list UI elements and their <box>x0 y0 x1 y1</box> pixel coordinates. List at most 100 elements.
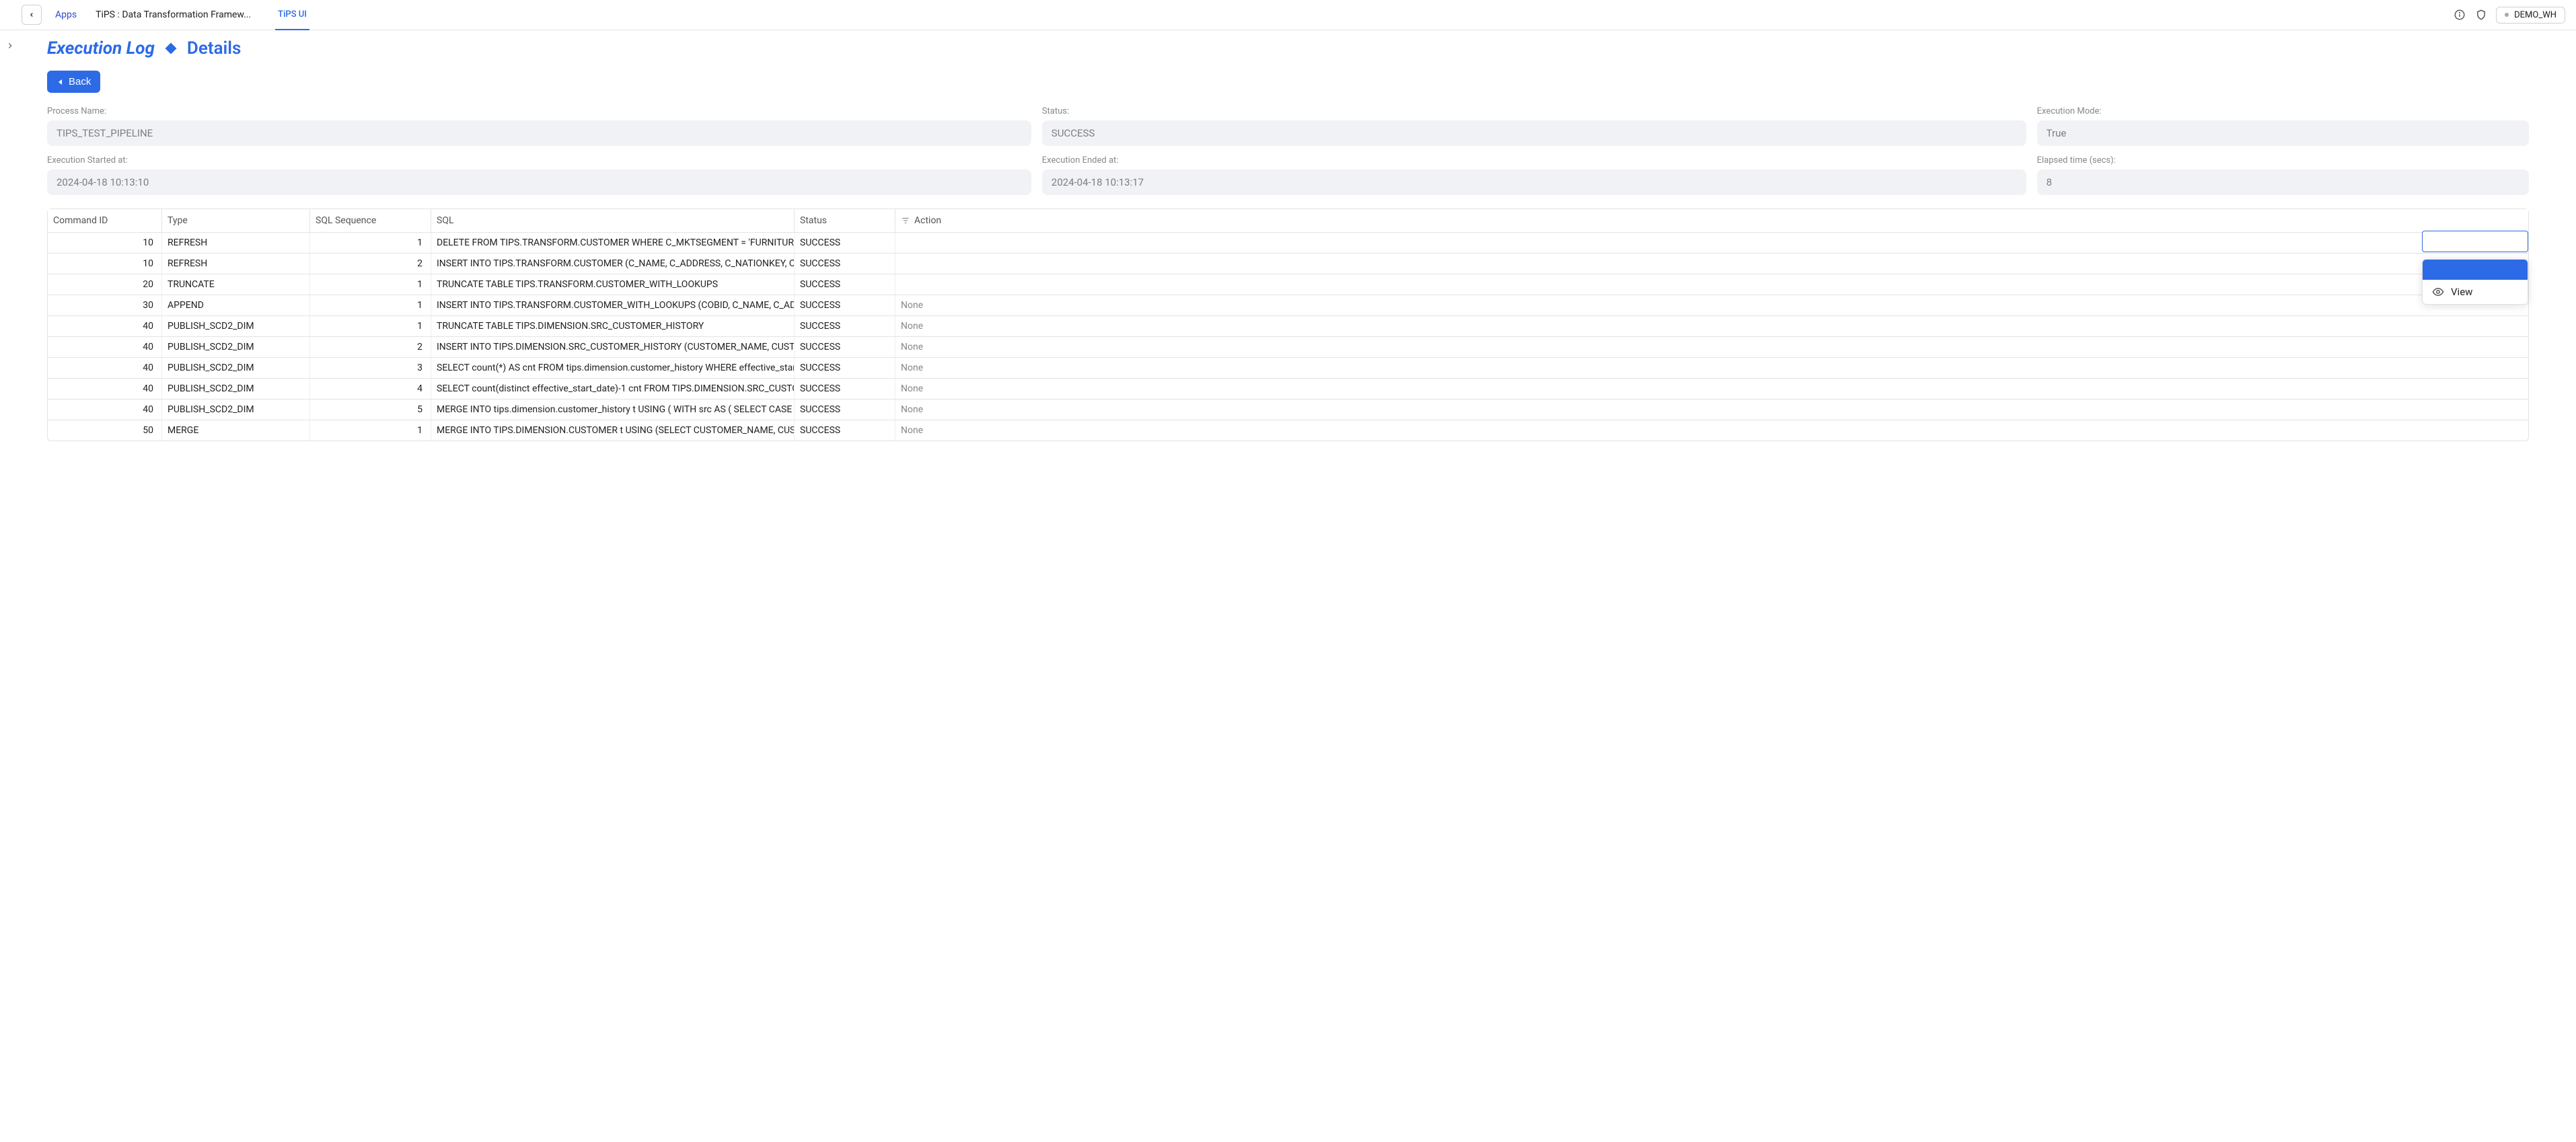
td-type: REFRESH <box>162 254 310 274</box>
action-menu: View <box>2422 259 2528 305</box>
table-row[interactable]: 40PUBLISH_SCD2_DIM3SELECT count(*) AS cn… <box>48 358 2528 379</box>
table-row[interactable]: 40PUBLISH_SCD2_DIM1TRUNCATE TABLE TIPS.D… <box>48 316 2528 337</box>
warehouse-selector[interactable]: DEMO_WH <box>2496 7 2565 24</box>
td-command-id: 10 <box>48 233 162 253</box>
td-sql: INSERT INTO TIPS.TRANSFORM.CUSTOMER_WITH… <box>431 295 795 315</box>
td-sql: MERGE INTO tips.dimension.customer_histo… <box>431 399 795 420</box>
td-action[interactable]: None <box>895 295 1003 315</box>
th-command-id[interactable]: Command ID <box>48 209 162 232</box>
nav-back-button[interactable] <box>22 5 42 25</box>
page-title: Execution Log Details <box>47 38 2529 59</box>
warehouse-name: DEMO_WH <box>2514 10 2556 20</box>
td-sql: SELECT count(*) AS cnt FROM tips.dimensi… <box>431 358 795 378</box>
td-sql-seq: 3 <box>310 358 431 378</box>
action-menu-view-label: View <box>2451 286 2472 298</box>
td-command-id: 10 <box>48 254 162 274</box>
td-type: MERGE <box>162 420 310 441</box>
td-status: SUCCESS <box>795 274 895 295</box>
td-sql: INSERT INTO TIPS.TRANSFORM.CUSTOMER (C_N… <box>431 254 795 274</box>
td-command-id: 30 <box>48 295 162 315</box>
table-row[interactable]: 40PUBLISH_SCD2_DIM4SELECT count(distinct… <box>48 379 2528 399</box>
table-row[interactable]: 40PUBLISH_SCD2_DIM5MERGE INTO tips.dimen… <box>48 399 2528 420</box>
info-label: Status: <box>1042 106 2026 116</box>
action-search-input[interactable] <box>2422 231 2528 252</box>
info-icon[interactable] <box>2453 8 2466 22</box>
td-sql-seq: 5 <box>310 399 431 420</box>
breadcrumb-app-name[interactable]: TiPS : Data Transformation Framew... <box>96 9 251 20</box>
th-sql-sequence[interactable]: SQL Sequence <box>310 209 431 232</box>
info-value: TIPS_TEST_PIPELINE <box>47 120 1031 146</box>
th-sql[interactable]: SQL <box>431 209 795 232</box>
info-value: 2024-04-18 10:13:10 <box>47 169 1031 195</box>
td-type: PUBLISH_SCD2_DIM <box>162 358 310 378</box>
td-sql-seq: 4 <box>310 379 431 399</box>
td-action[interactable]: None <box>895 399 1003 420</box>
td-action[interactable]: None <box>895 379 1003 399</box>
th-status[interactable]: Status <box>795 209 895 232</box>
table-header: Command ID Type SQL Sequence SQL Status … <box>48 209 2528 233</box>
info-ended-at: Execution Ended at: 2024-04-18 10:13:17 <box>1042 155 2026 195</box>
td-action[interactable]: None <box>895 358 1003 378</box>
main-content: Execution Log Details Back Process Name:… <box>0 30 2576 468</box>
td-type: TRUNCATE <box>162 274 310 295</box>
th-type[interactable]: Type <box>162 209 310 232</box>
tab-tips-ui[interactable]: TiPS UI <box>275 0 309 30</box>
td-action[interactable]: None <box>895 420 1003 441</box>
td-action[interactable] <box>895 259 1003 268</box>
td-command-id: 50 <box>48 420 162 441</box>
table-row[interactable]: 50MERGE1MERGE INTO TIPS.DIMENSION.CUSTOM… <box>48 420 2528 441</box>
td-status: SUCCESS <box>795 358 895 378</box>
info-elapsed: Elapsed time (secs): 8 <box>2037 155 2529 195</box>
td-sql: TRUNCATE TABLE TIPS.TRANSFORM.CUSTOMER_W… <box>431 274 795 295</box>
info-label: Execution Mode: <box>2037 106 2529 116</box>
info-value: 2024-04-18 10:13:17 <box>1042 169 2026 195</box>
td-command-id: 40 <box>48 379 162 399</box>
td-sql-seq: 1 <box>310 420 431 441</box>
td-sql-seq: 1 <box>310 233 431 253</box>
info-label: Execution Started at: <box>47 155 1031 165</box>
td-sql-seq: 1 <box>310 274 431 295</box>
info-label: Execution Ended at: <box>1042 155 2026 165</box>
td-action[interactable] <box>895 280 1003 289</box>
action-dropdown: View <box>2422 231 2528 305</box>
shield-icon[interactable] <box>2474 8 2488 22</box>
back-button[interactable]: Back <box>47 71 100 93</box>
td-status: SUCCESS <box>795 399 895 420</box>
table-row[interactable]: 10REFRESH1DELETE FROM TIPS.TRANSFORM.CUS… <box>48 233 2528 254</box>
info-value: SUCCESS <box>1042 120 2026 146</box>
table-row[interactable]: 10REFRESH2INSERT INTO TIPS.TRANSFORM.CUS… <box>48 254 2528 274</box>
td-sql: SELECT count(distinct effective_start_da… <box>431 379 795 399</box>
execution-log-table: Command ID Type SQL Sequence SQL Status … <box>47 208 2529 441</box>
breadcrumb-apps[interactable]: Apps <box>55 9 77 20</box>
td-status: SUCCESS <box>795 295 895 315</box>
td-type: PUBLISH_SCD2_DIM <box>162 379 310 399</box>
table-row[interactable]: 40PUBLISH_SCD2_DIM2INSERT INTO TIPS.DIME… <box>48 337 2528 358</box>
td-sql-seq: 2 <box>310 337 431 357</box>
td-status: SUCCESS <box>795 379 895 399</box>
td-type: APPEND <box>162 295 310 315</box>
td-status: SUCCESS <box>795 337 895 357</box>
topbar-left: Apps TiPS : Data Transformation Framew..… <box>22 0 309 30</box>
th-action[interactable]: Action <box>895 209 1003 232</box>
expand-sidebar-button[interactable] <box>5 40 15 53</box>
action-menu-view[interactable]: View <box>2423 280 2528 304</box>
title-section: Execution Log <box>47 38 155 59</box>
th-action-label: Action <box>914 215 941 226</box>
action-menu-blank-selected[interactable] <box>2423 260 2528 280</box>
td-action[interactable] <box>895 238 1003 248</box>
td-sql: MERGE INTO TIPS.DIMENSION.CUSTOMER t USI… <box>431 420 795 441</box>
td-action[interactable]: None <box>895 337 1003 357</box>
info-exec-mode: Execution Mode: True <box>2037 106 2529 146</box>
td-action[interactable]: None <box>895 316 1003 336</box>
table-row[interactable]: 20TRUNCATE1TRUNCATE TABLE TIPS.TRANSFORM… <box>48 274 2528 295</box>
table-row[interactable]: 30APPEND1INSERT INTO TIPS.TRANSFORM.CUST… <box>48 295 2528 316</box>
topbar-right: DEMO_WH <box>2453 7 2565 24</box>
td-command-id: 40 <box>48 316 162 336</box>
back-button-label: Back <box>69 76 91 87</box>
td-sql: DELETE FROM TIPS.TRANSFORM.CUSTOMER WHER… <box>431 233 795 253</box>
eye-icon <box>2432 286 2444 298</box>
td-sql: TRUNCATE TABLE TIPS.DIMENSION.SRC_CUSTOM… <box>431 316 795 336</box>
td-type: PUBLISH_SCD2_DIM <box>162 399 310 420</box>
td-status: SUCCESS <box>795 233 895 253</box>
td-status: SUCCESS <box>795 316 895 336</box>
